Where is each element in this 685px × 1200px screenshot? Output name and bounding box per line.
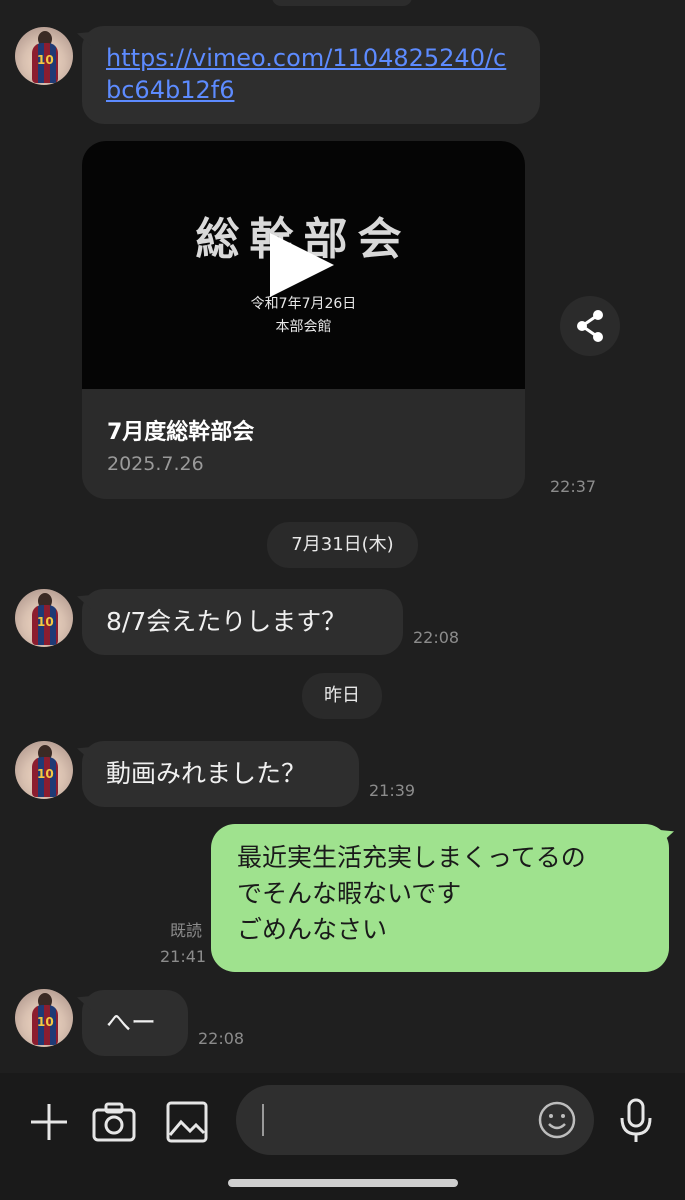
read-label: 既読 (169, 921, 202, 940)
date-divider: 昨日 (302, 673, 382, 719)
avatar-jersey-number: 10 (37, 615, 54, 629)
message-input[interactable] (236, 1085, 594, 1155)
sender-avatar[interactable]: 10 (15, 741, 73, 799)
plus-icon (31, 1104, 67, 1140)
share-icon (577, 310, 603, 342)
play-icon[interactable] (270, 233, 334, 297)
message-text: 8/7会えたりします？ (106, 607, 347, 636)
video-date: 2025.7.26 (107, 453, 204, 475)
image-button[interactable] (166, 1101, 208, 1147)
message-time: 22:08 (413, 628, 460, 647)
home-indicator[interactable] (228, 1179, 458, 1187)
outgoing-message-bubble: 最近実生活充実しまくってるの でそんな暇ないです ごめんなさい (211, 824, 669, 972)
message-line: ごめんなさい (237, 915, 388, 944)
emoji-button[interactable] (538, 1101, 576, 1143)
date-divider: 7月31日(木) (267, 522, 418, 568)
video-preview-card[interactable]: 総幹部会 令和7年7月26日 本部会館 7月度総幹部会 2025.7.26 (82, 141, 525, 499)
camera-icon (92, 1102, 136, 1142)
thumbnail-venue: 本部会館 (275, 319, 332, 335)
emoji-icon (538, 1101, 576, 1139)
image-icon (166, 1101, 208, 1143)
video-title: 7月度総幹部会 (107, 420, 255, 445)
avatar-jersey-number: 10 (37, 767, 54, 781)
incoming-message-bubble: へー (82, 990, 188, 1056)
incoming-message-bubble: 動画みれました？ (82, 741, 359, 807)
previous-message-edge (272, 0, 412, 6)
message-time: 21:41 (160, 947, 207, 966)
plus-button[interactable] (28, 1101, 70, 1147)
video-thumbnail[interactable]: 総幹部会 令和7年7月26日 本部会館 (82, 141, 525, 389)
message-line: でそんな暇ないです (237, 879, 462, 908)
link-message-bubble: https://vimeo.com/1104825240/cbc64b12f6 (82, 26, 540, 124)
avatar-jersey-number: 10 (37, 1015, 54, 1029)
incoming-message-bubble: 8/7会えたりします？ (82, 589, 403, 655)
text-cursor (262, 1104, 264, 1136)
avatar-jersey-number: 10 (37, 53, 54, 67)
sender-avatar[interactable]: 10 (15, 27, 73, 85)
message-time: 21:39 (369, 781, 416, 800)
message-text: へー (106, 1008, 157, 1037)
microphone-icon (620, 1098, 652, 1142)
voice-button[interactable] (618, 1098, 654, 1148)
vimeo-link[interactable]: https://vimeo.com/1104825240/cbc64b12f6 (106, 42, 516, 106)
sender-avatar[interactable]: 10 (15, 989, 73, 1047)
message-line: 最近実生活充実しまくってるの (237, 843, 586, 872)
message-text: 動画みれました？ (106, 759, 307, 788)
camera-button[interactable] (92, 1101, 136, 1147)
share-button[interactable] (560, 296, 620, 356)
message-time: 22:37 (550, 477, 597, 496)
message-time: 22:08 (198, 1029, 245, 1048)
sender-avatar[interactable]: 10 (15, 589, 73, 647)
read-receipt: 既読 21:41 (160, 918, 207, 970)
